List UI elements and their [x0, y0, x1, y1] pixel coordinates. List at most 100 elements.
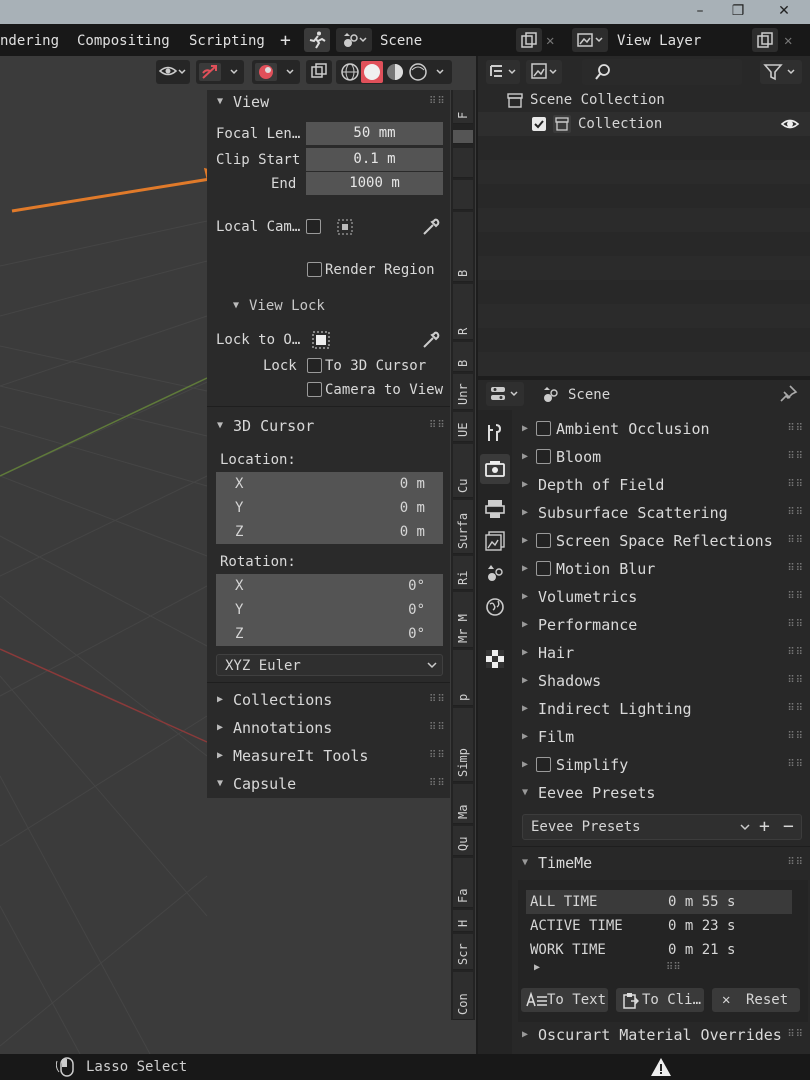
outliner-row-scene-collection[interactable]: Scene Collection	[478, 88, 810, 112]
tab-rendering[interactable]: ndering	[0, 30, 59, 52]
tab-ri[interactable]: Ri	[453, 556, 473, 590]
volumetrics-panel[interactable]: ▶ Volumetrics ⠿⠿	[522, 584, 806, 610]
tab-ma[interactable]: Ma	[453, 784, 473, 824]
eevee-presets-dropdown[interactable]: Eevee Presets + −	[522, 814, 802, 840]
3d-viewport[interactable]: ▼ View ⠿⠿ Focal Len… 50 mm Clip Start 0.…	[0, 56, 476, 1054]
indirect-lighting-panel[interactable]: ▶ Indirect Lighting ⠿⠿	[522, 696, 806, 722]
warning-icon[interactable]	[650, 1057, 672, 1080]
maximize-button[interactable]: ❐	[726, 0, 750, 22]
tab-scripting[interactable]: Scripting	[189, 30, 265, 52]
delete-scene-icon[interactable]: ✕	[546, 30, 554, 52]
view-layer-name[interactable]: View Layer	[617, 30, 701, 52]
expand-triangle-icon[interactable]: ▶	[534, 962, 540, 973]
measureit-panel-header[interactable]: ▶ MeasureIt Tools ⠿⠿	[207, 744, 450, 768]
tab-ue[interactable]: UE	[453, 412, 473, 442]
new-view-layer-icon[interactable]	[752, 28, 778, 52]
tab-con[interactable]: Con	[453, 972, 473, 1020]
simplify-checkbox[interactable]	[536, 757, 551, 772]
location-y-field[interactable]: Y 0 m	[216, 496, 443, 520]
view-panel-header[interactable]: ▼ View ⠿⠿	[207, 90, 450, 114]
tool-settings-icon[interactable]	[484, 422, 506, 448]
location-x-field[interactable]: X 0 m	[216, 472, 443, 496]
tab-compositing[interactable]: Compositing	[77, 30, 170, 52]
tab-view-active[interactable]	[453, 130, 473, 144]
filter-image-icon[interactable]	[526, 60, 562, 84]
view-lock-subpanel-header[interactable]: ▼ View Lock	[207, 294, 450, 318]
wireframe-shading-icon[interactable]	[341, 63, 359, 81]
tab-fa[interactable]: Fa	[453, 858, 473, 908]
camera-object-icon[interactable]	[335, 217, 355, 245]
remove-preset-icon[interactable]: −	[783, 815, 794, 839]
location-z-field[interactable]: Z 0 m	[216, 520, 443, 544]
visibility-eye-icon[interactable]	[156, 60, 190, 84]
local-camera-checkbox[interactable]	[306, 219, 321, 234]
tab-b2[interactable]: B	[453, 342, 473, 372]
tab-h[interactable]: H	[453, 910, 473, 932]
scene-name[interactable]: Scene	[380, 30, 422, 52]
world-properties-icon[interactable]	[484, 596, 506, 622]
running-figure-icon[interactable]	[304, 28, 330, 52]
to-clipboard-button[interactable]: To Cli…	[616, 988, 704, 1012]
focal-length-field[interactable]: 50 mm	[306, 122, 443, 145]
tab-surfa[interactable]: Surfa	[453, 500, 473, 554]
screen-space-reflections-panel[interactable]: ▶ Screen Space Reflections ⠿⠿	[522, 528, 806, 554]
overlay-toggle-icon[interactable]	[252, 60, 300, 84]
camera-to-view-checkbox[interactable]	[307, 382, 322, 397]
material-shading-icon[interactable]	[387, 64, 403, 80]
texture-properties-icon[interactable]	[484, 648, 506, 674]
search-input[interactable]	[582, 59, 742, 85]
shadows-panel[interactable]: ▶ Shadows ⠿⠿	[522, 668, 806, 694]
clip-end-field[interactable]: 1000 m	[306, 172, 443, 195]
to-text-button[interactable]: To Text	[521, 988, 608, 1012]
display-mode-icon[interactable]	[486, 60, 520, 84]
ambient-occlusion-checkbox[interactable]	[536, 421, 551, 436]
rotation-x-field[interactable]: X 0°	[216, 574, 443, 598]
solid-shading-icon[interactable]	[364, 64, 380, 80]
timeme-panel-header[interactable]: ▼ TimeMe ⠿⠿	[522, 850, 806, 876]
resize-grip-icon[interactable]: ⠿⠿	[666, 962, 681, 973]
simplify-panel[interactable]: ▶ Simplify ⠿⠿	[522, 752, 806, 778]
motion-blur-checkbox[interactable]	[536, 561, 551, 576]
tab-blank-1[interactable]	[453, 148, 473, 178]
tab-unr[interactable]: Unr	[453, 374, 473, 410]
film-panel[interactable]: ▶ Film ⠿⠿	[522, 724, 806, 750]
add-workspace-button[interactable]: +	[280, 30, 291, 52]
add-preset-icon[interactable]: +	[759, 815, 770, 839]
depth-of-field-panel[interactable]: ▶ Depth of Field ⠿⠿	[522, 472, 806, 498]
tab-r[interactable]: R	[453, 284, 473, 340]
bloom-checkbox[interactable]	[536, 449, 551, 464]
delete-view-layer-icon[interactable]: ✕	[784, 30, 792, 52]
performance-panel[interactable]: ▶ Performance ⠿⠿	[522, 612, 806, 638]
xray-toggle-icon[interactable]	[306, 60, 332, 84]
3d-cursor-panel-header[interactable]: ▼ 3D Cursor ⠿⠿	[207, 414, 450, 438]
render-region-checkbox[interactable]	[307, 262, 322, 277]
scene-browse-icon[interactable]	[336, 28, 372, 52]
ambient-occlusion-panel[interactable]: ▶ Ambient Occlusion ⠿⠿	[522, 416, 806, 442]
bloom-panel[interactable]: ▶ Bloom ⠿⠿	[522, 444, 806, 470]
close-window-button[interactable]: ✕	[772, 0, 796, 22]
rendered-shading-icon[interactable]	[409, 63, 427, 81]
eyedropper-icon[interactable]	[421, 217, 441, 245]
view-layer-properties-icon[interactable]	[484, 530, 506, 556]
editor-type-icon[interactable]	[486, 382, 524, 406]
view-layer-browse-icon[interactable]	[572, 28, 608, 52]
tab-cu[interactable]: Cu	[453, 444, 473, 498]
motion-blur-panel[interactable]: ▶ Motion Blur ⠿⠿	[522, 556, 806, 582]
capsule-panel-header[interactable]: ▼ Capsule ⠿⠿	[207, 772, 450, 796]
rotation-z-field[interactable]: Z 0°	[216, 622, 443, 646]
outliner-row-collection[interactable]: Collection	[478, 112, 810, 136]
rotation-mode-dropdown[interactable]: XYZ Euler	[216, 654, 443, 676]
tab-simp[interactable]: Simp	[453, 708, 473, 782]
screen-space-reflections-checkbox[interactable]	[536, 533, 551, 548]
oscurart-overrides-panel[interactable]: ▶ Oscurart Material Overrides ⠿⠿	[522, 1022, 806, 1048]
collection-exclude-checkbox[interactable]	[532, 117, 546, 131]
minimize-button[interactable]: –	[688, 0, 712, 22]
render-properties-icon[interactable]	[480, 454, 510, 484]
tab-scr[interactable]: Scr	[453, 934, 473, 970]
tab-p[interactable]: p	[453, 650, 473, 706]
tab-qu[interactable]: Qu	[453, 826, 473, 856]
tab-mr-m[interactable]: Mr M	[453, 592, 473, 648]
pin-icon[interactable]	[778, 384, 798, 408]
clip-start-field[interactable]: 0.1 m	[306, 148, 443, 171]
collections-panel-header[interactable]: ▶ Collections ⠿⠿	[207, 688, 450, 712]
